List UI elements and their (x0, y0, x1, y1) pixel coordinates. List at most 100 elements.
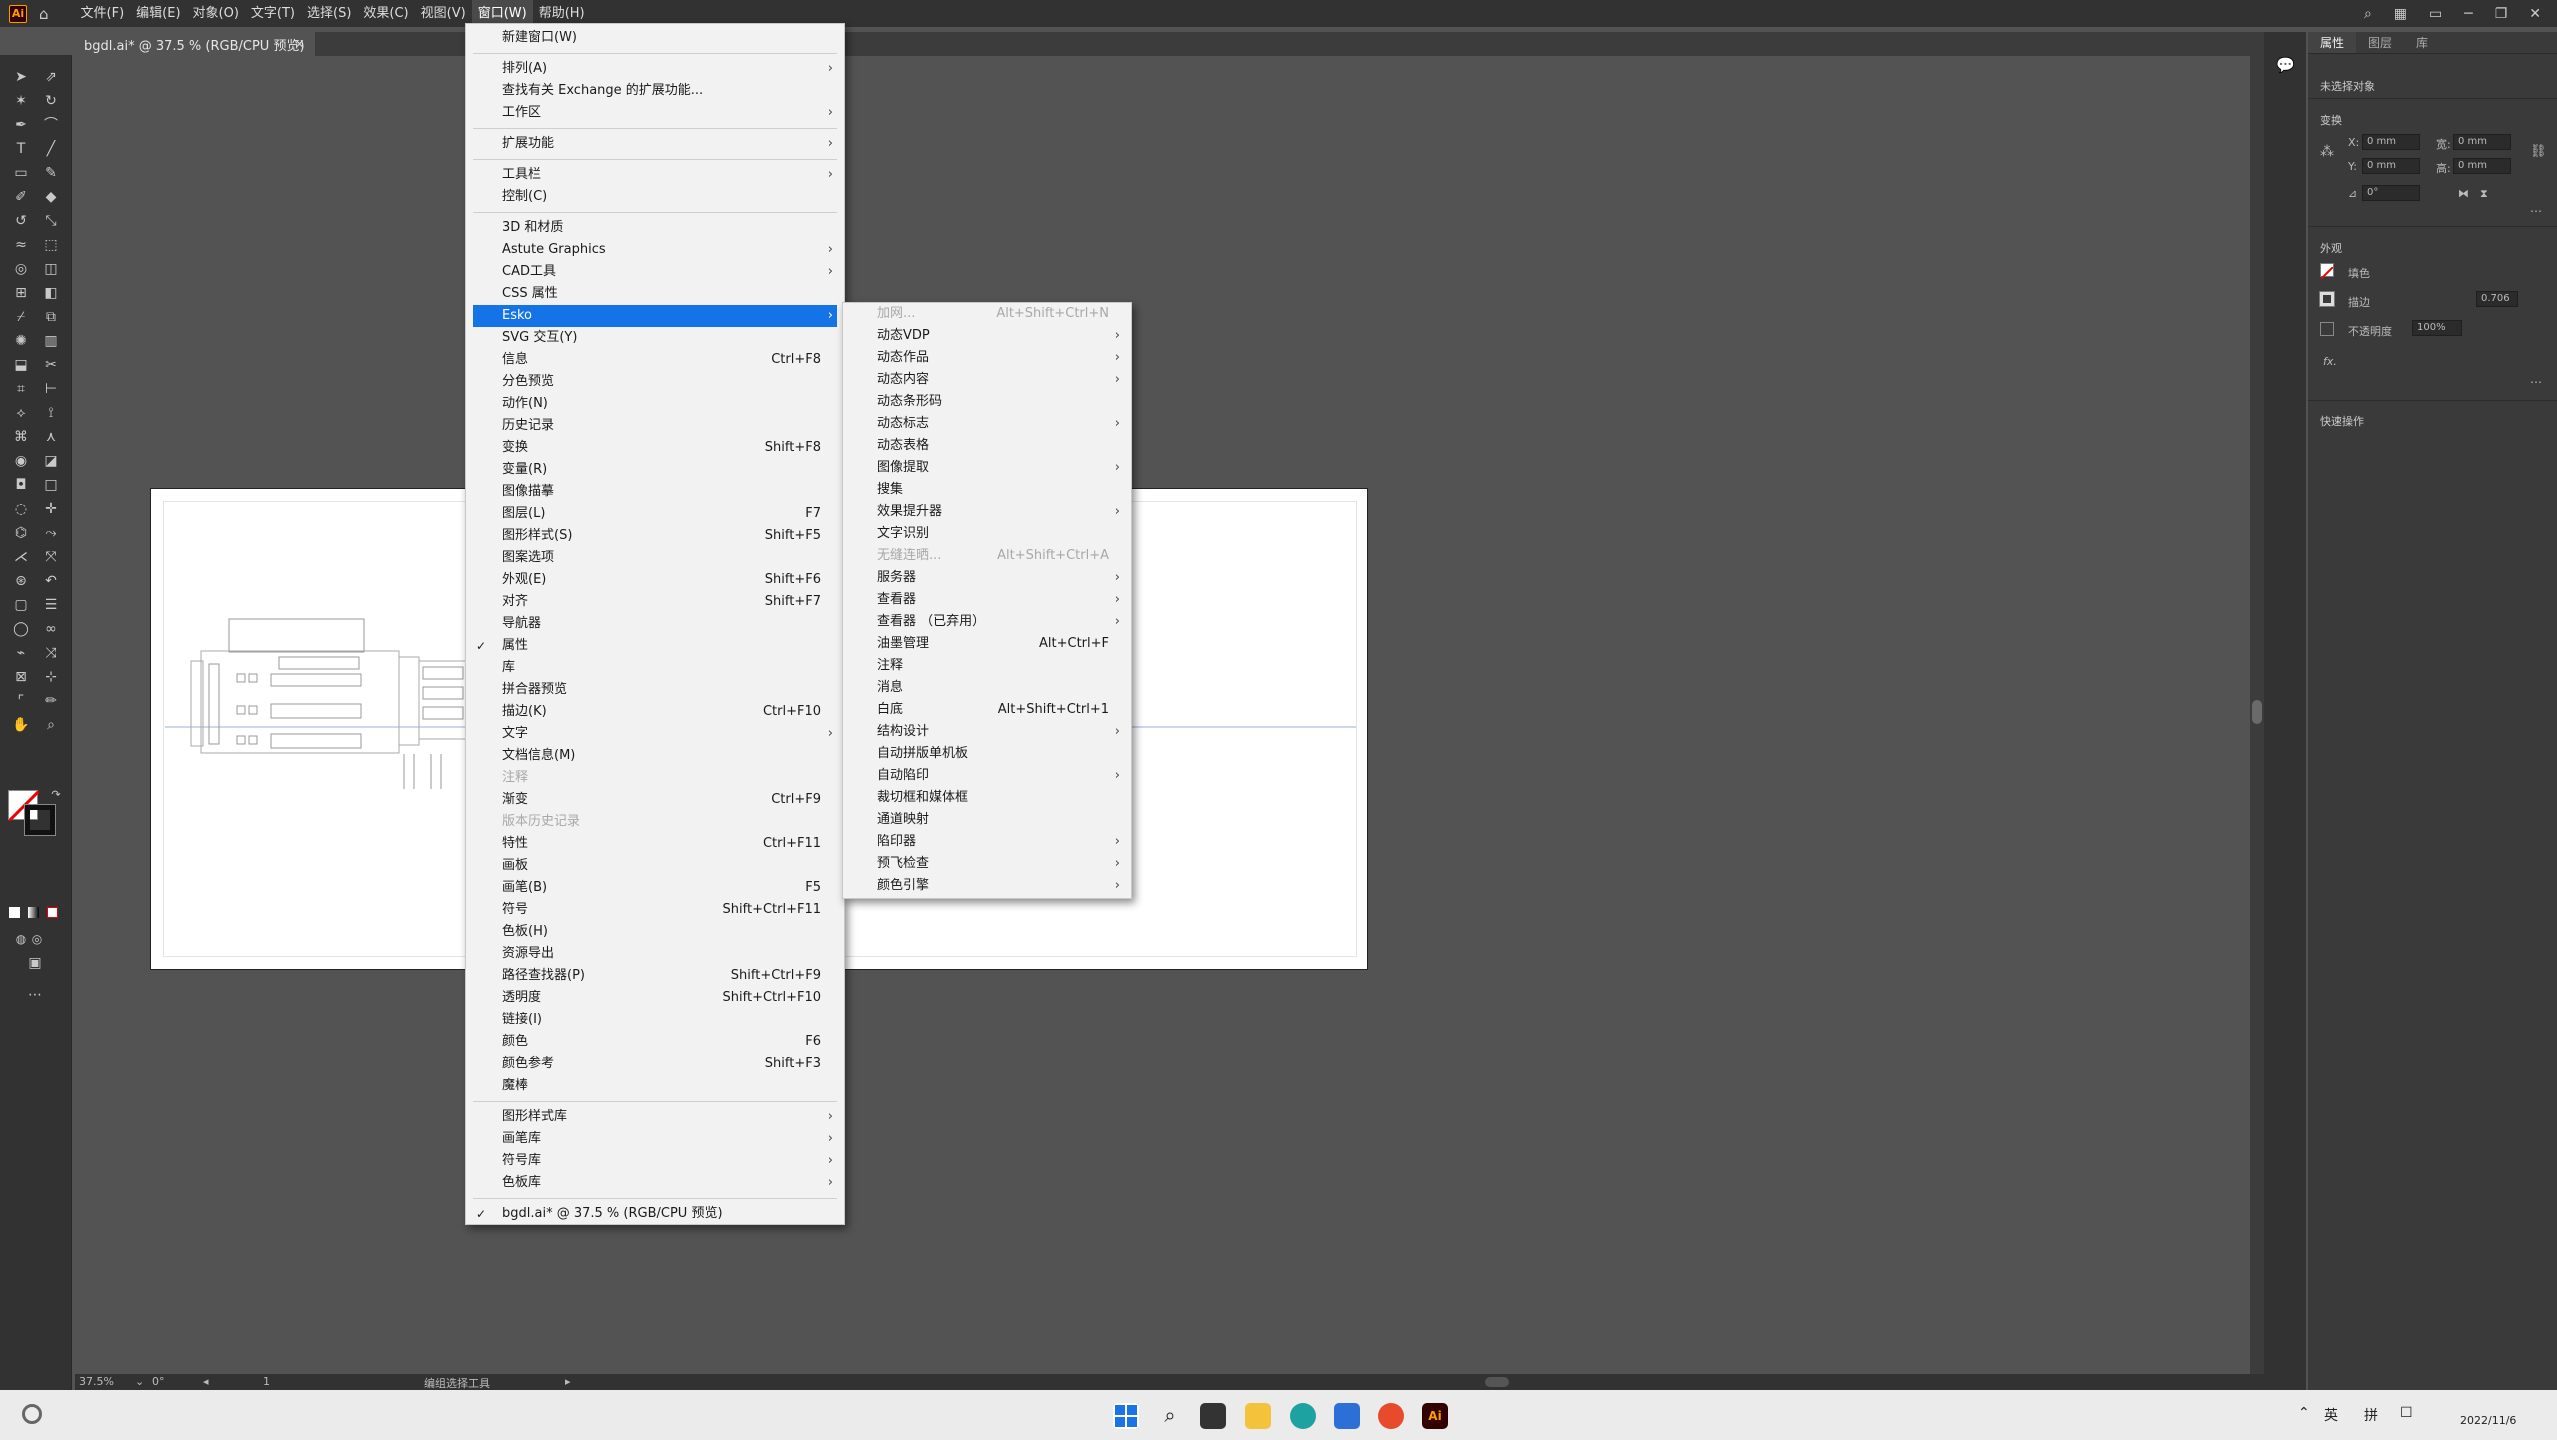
graph-tool-icon[interactable]: ▥ (40, 331, 62, 351)
menu-select[interactable]: 选择(S) (301, 0, 357, 27)
window_menu-item[interactable]: 动作(N) (466, 393, 844, 415)
esko_menu-item[interactable]: 查看器 （已弃用） › (843, 611, 1131, 633)
window_menu-item[interactable]: 拼合器预览 (466, 679, 844, 701)
window_menu-item[interactable]: 渐变 Ctrl+F9 (466, 789, 844, 811)
esko_menu-item[interactable]: 裁切框和媒体框 (843, 787, 1131, 809)
plugin-tool-2-icon[interactable]: ⟟ (40, 403, 62, 423)
window_menu-item[interactable]: 导航器 (466, 613, 844, 635)
window_menu-item[interactable]: 工具栏 › (466, 164, 844, 186)
illustrator-icon[interactable]: Ai (1422, 1403, 1448, 1429)
window_menu-item[interactable]: ✓ bgdl.ai* @ 37.5 % (RGB/CPU 预览) (466, 1203, 844, 1225)
more-options-icon[interactable]: ⋯ (2530, 204, 2542, 218)
y-field[interactable]: 0 mm (2362, 158, 2420, 174)
selection-tool-icon[interactable]: ➤ (10, 67, 32, 87)
window_menu-item[interactable]: 新建窗口(W) (466, 27, 844, 49)
pen-tool-icon[interactable]: ✒ (10, 115, 32, 135)
plugin-tool-13-icon[interactable]: ⋌ (10, 547, 32, 567)
window_menu-item[interactable]: 历史记录 (466, 415, 844, 437)
esko_menu-item[interactable]: 动态VDP › (843, 325, 1131, 347)
line-tool-icon[interactable]: ╱ (40, 139, 62, 159)
menu-object[interactable]: 对象(O) (187, 0, 245, 27)
constrain-proportions-icon[interactable]: ⛓ (2530, 144, 2547, 159)
plugin-tool-6-icon[interactable]: ◪ (40, 451, 62, 471)
plugin-tool-15-icon[interactable]: ⊛ (10, 571, 32, 591)
flip-vertical-icon[interactable]: ⧗ (2480, 187, 2488, 201)
slice-tool-icon[interactable]: ✂ (40, 355, 62, 375)
window_menu-item[interactable]: 对齐 Shift+F7 (466, 591, 844, 613)
workspace-icon[interactable]: ▦ (2394, 6, 2407, 22)
esko_menu-item[interactable]: 消息 (843, 677, 1131, 699)
window_menu-item[interactable]: ✓ 属性 (466, 635, 844, 657)
edge-icon[interactable] (1290, 1403, 1316, 1429)
window_menu-item[interactable]: 颜色 F6 (466, 1031, 844, 1053)
plugin-tool-12-icon[interactable]: ⤳ (40, 523, 62, 543)
free-transform-icon[interactable]: ⬚ (40, 235, 62, 255)
window_menu-item[interactable]: CAD工具 › (466, 261, 844, 283)
plugin-tool-8-icon[interactable]: □ (40, 475, 62, 495)
horizontal-scroll-thumb[interactable] (1485, 1377, 1509, 1387)
esko_menu-item[interactable]: 动态内容 › (843, 369, 1131, 391)
direct-selection-tool-icon[interactable]: ⇗ (40, 67, 62, 87)
stroke-swatch-panel[interactable] (2319, 291, 2335, 307)
esko_menu-item[interactable]: 陷印器 › (843, 831, 1131, 853)
window_menu-item[interactable]: 符号 Shift+Ctrl+F11 (466, 899, 844, 921)
tray-chevron-icon[interactable]: ⌃ (2298, 1405, 2310, 1421)
window_menu-item[interactable]: 排列(A) › (466, 58, 844, 80)
window_menu-item[interactable]: 链接(I) (466, 1009, 844, 1031)
window_menu-item[interactable]: 资源导出 (466, 943, 844, 965)
zoom-dropdown-icon[interactable]: ⌄ (135, 1375, 144, 1388)
window_menu-item[interactable]: 库 (466, 657, 844, 679)
perspective-grid-icon[interactable]: ◫ (40, 259, 62, 279)
menu-view[interactable]: 视图(V) (415, 0, 472, 27)
window_menu-item[interactable]: 画笔库 › (466, 1128, 844, 1150)
flip-horizontal-icon[interactable]: ⧓ (2458, 187, 2469, 200)
close-tab-icon[interactable]: × (294, 37, 305, 52)
fill-swatch-panel[interactable] (2320, 263, 2334, 280)
w-field[interactable]: 0 mm (2453, 134, 2511, 150)
plugin-tool-3-icon[interactable]: ⌘ (10, 427, 32, 447)
esko_menu-item[interactable]: 注释 (843, 655, 1131, 677)
window_menu-item[interactable]: 文档信息(M) (466, 745, 844, 767)
window_menu-item[interactable]: 色板库 › (466, 1172, 844, 1194)
lang-indicator[interactable]: 英 (2324, 1405, 2338, 1425)
paintbrush-icon[interactable]: ✎ (40, 163, 62, 183)
mesh-tool-icon[interactable]: ⊞ (10, 283, 32, 303)
menu-edit[interactable]: 编辑(E) (130, 0, 186, 27)
screen-mode-icon[interactable]: ▣ (24, 953, 46, 973)
pencil-extra-icon[interactable]: ✏ (40, 691, 62, 711)
home-icon[interactable]: ⌂ (39, 5, 49, 23)
angle-field[interactable]: 0° (2362, 185, 2420, 201)
store-icon[interactable] (1334, 1403, 1360, 1429)
plugin-tool-19-icon[interactable]: ◯ (10, 619, 32, 639)
lasso-icon[interactable]: ↻ (40, 91, 62, 111)
rectangle-tool-icon[interactable]: ▭ (10, 163, 32, 183)
hand-tool-icon[interactable]: ✋ (10, 715, 32, 735)
opacity-field[interactable]: 100% (2412, 320, 2462, 336)
taskbar-search-icon[interactable]: ⌕ (1157, 1403, 1183, 1429)
warp-tool-icon[interactable]: ≈ (10, 235, 32, 255)
zoom-tool-icon[interactable]: ⌕ (40, 715, 62, 735)
more-tools-icon[interactable]: ⋯ (24, 985, 46, 1005)
window_menu-item[interactable]: 画板 (466, 855, 844, 877)
x-field[interactable]: 0 mm (2362, 134, 2420, 150)
plugin-tool-20-icon[interactable]: ∞ (40, 619, 62, 639)
hand-extra-1-icon[interactable]: ⌗ (10, 379, 32, 399)
window_menu-item[interactable]: 变换 Shift+F8 (466, 437, 844, 459)
vertical-scrollbar[interactable] (2250, 55, 2264, 1375)
plugin-tool-21-icon[interactable]: ⌁ (10, 643, 32, 663)
clock-date[interactable]: 2022/11/6 (2460, 1414, 2516, 1427)
menu-effect[interactable]: 效果(C) (357, 0, 414, 27)
network-icon[interactable]: ☐ (2400, 1405, 2413, 1421)
window_menu-item[interactable]: 3D 和材质 (466, 217, 844, 239)
plugin-tool-9-icon[interactable]: ◌ (10, 499, 32, 519)
window_menu-item[interactable]: 描边(K) Ctrl+F10 (466, 701, 844, 723)
window_menu-item[interactable]: 外观(E) Shift+F6 (466, 569, 844, 591)
window_menu-item[interactable]: 变量(R) (466, 459, 844, 481)
plugin-tool-7-icon[interactable]: ◘ (10, 475, 32, 495)
ime-indicator[interactable]: 拼 (2364, 1405, 2378, 1425)
scrollbar-thumb[interactable] (2252, 700, 2262, 724)
widget-icon[interactable] (22, 1404, 42, 1424)
plugin-tool-5-icon[interactable]: ◉ (10, 451, 32, 471)
tab-layers[interactable]: 图层 (2356, 32, 2404, 53)
window_menu-item[interactable]: 信息 Ctrl+F8 (466, 349, 844, 371)
